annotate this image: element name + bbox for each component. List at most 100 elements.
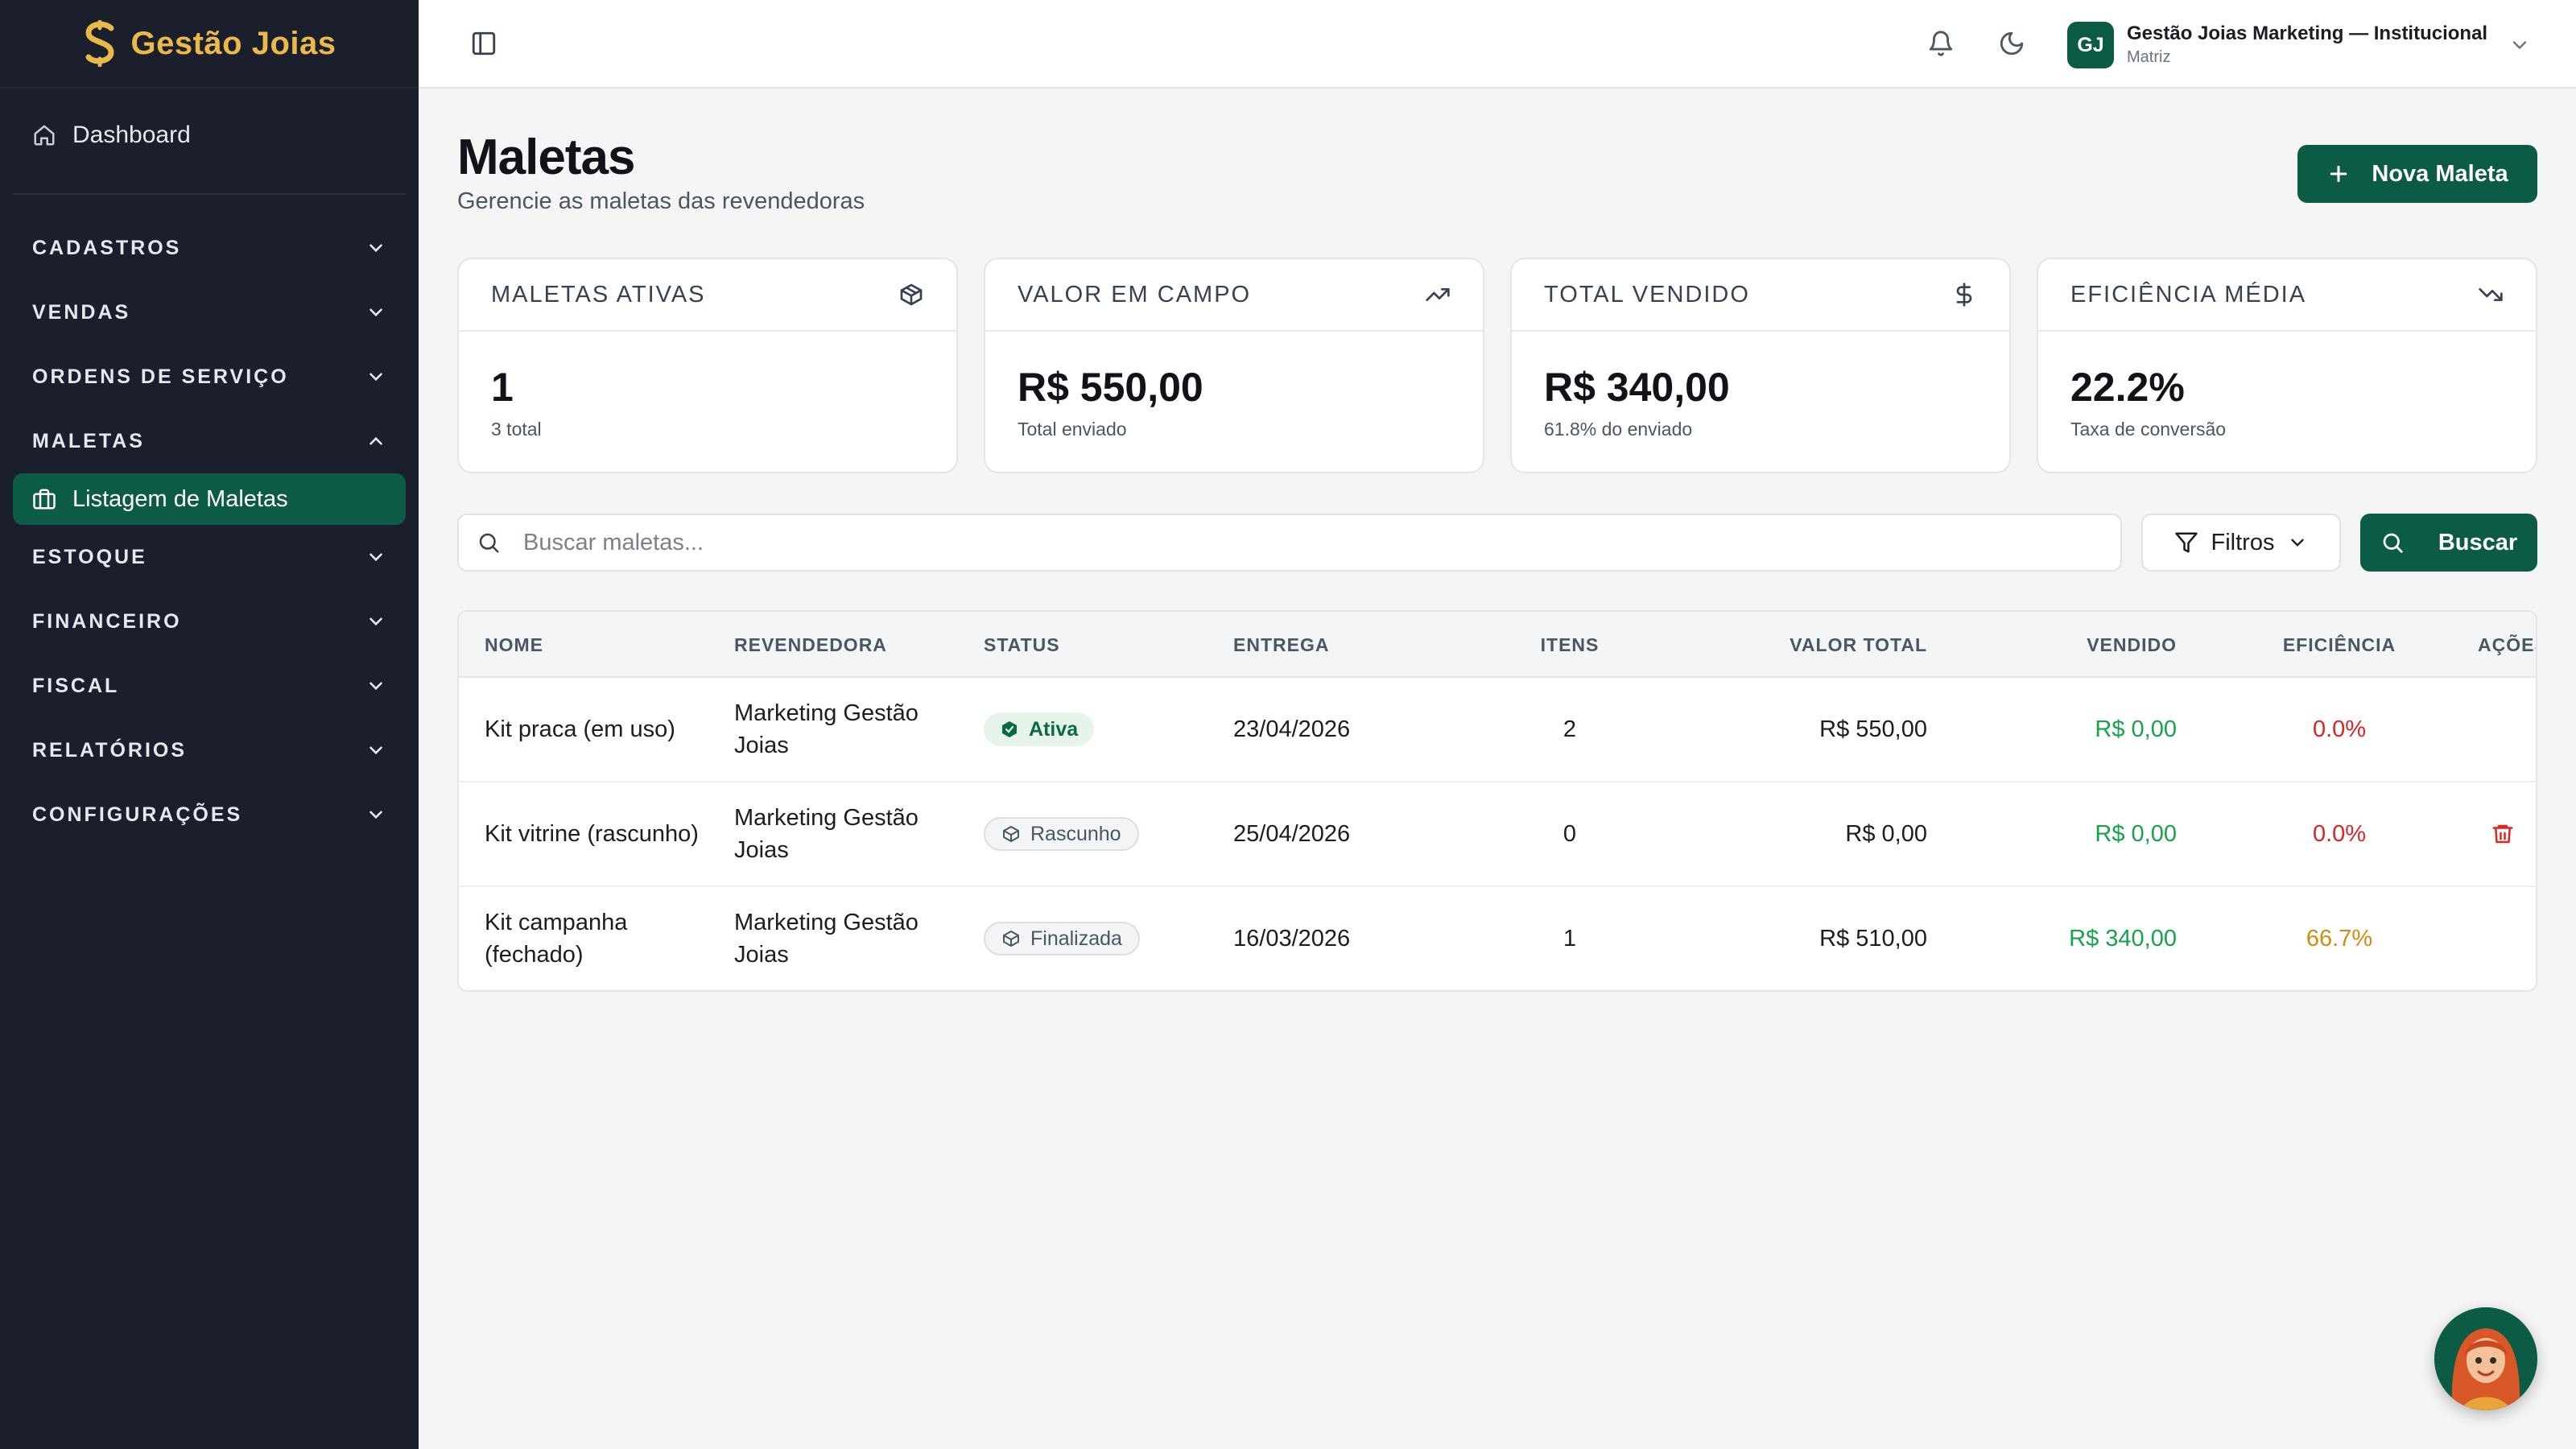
sidebar-section-label: CADASTROS (32, 236, 182, 259)
search-field[interactable] (457, 514, 2122, 572)
theme-toggle-button[interactable] (1998, 30, 2025, 57)
user-menu-toggle[interactable] (2508, 34, 2531, 56)
cell-vendido: R$ 0,00 (2095, 821, 2177, 847)
cell-eficiencia: 0.0% (2312, 716, 2367, 742)
column-header-status[interactable]: STATUS (984, 612, 1060, 678)
sidebar-section-estoque[interactable]: ESTOQUE (13, 525, 406, 589)
cell-itens: 1 (1563, 926, 1577, 952)
avatar[interactable]: GJ (2067, 22, 2114, 68)
cell-entrega: 25/04/2026 (1233, 821, 1351, 847)
column-header-vendido[interactable]: VENDIDO (1975, 612, 2177, 678)
sidebar-item-dashboard[interactable]: Dashboard (13, 105, 406, 166)
cell-nome: Kit vitrine (rascunho) (485, 821, 699, 847)
sidebar-section-ordens-de-servico[interactable]: ORDENS DE SERVIÇO (13, 345, 406, 409)
stat-value: R$ 340,00 (1544, 365, 1730, 410)
home-icon (34, 125, 55, 146)
status-badge: Ativa (984, 712, 1095, 746)
sidebar-section-configuracoes[interactable]: CONFIGURAÇÕES (13, 782, 406, 847)
stat-label: MALETAS ATIVAS (491, 281, 706, 308)
status-label: Ativa (1029, 718, 1079, 741)
sidebar-section-fiscal[interactable]: FISCAL (13, 654, 406, 718)
chevron-down-icon (369, 308, 382, 317)
chevron-down-icon (369, 617, 382, 626)
stat-value: 1 (491, 365, 514, 410)
cell-status: Rascunho (984, 782, 1139, 886)
user-menu[interactable]: Gestão Joias Marketing — Institucional M… (2127, 23, 2487, 67)
package-check-icon (1002, 721, 1017, 737)
sidebar-section-label: FISCAL (32, 674, 120, 697)
filter-icon (2174, 532, 2198, 553)
notifications-button[interactable] (1927, 30, 1955, 57)
filters-button[interactable]: Filtros (2141, 514, 2341, 572)
sidebar-section-financeiro[interactable]: FINANCEIRO (13, 589, 406, 654)
column-header-nome[interactable]: NOME (485, 612, 543, 678)
chevron-up-icon (369, 436, 382, 445)
stat-label: VALOR EM CAMPO (1018, 281, 1252, 308)
sidebar-section-maletas[interactable]: MALETAS (13, 409, 406, 473)
column-header-acoes: AÇÕES (2478, 634, 2536, 655)
column-header-entrega[interactable]: ENTREGA (1233, 612, 1329, 678)
delete-button[interactable] (2491, 782, 2515, 886)
dollar-icon (1956, 283, 1972, 307)
search-icon (479, 533, 499, 553)
chevron-down-icon (2512, 41, 2527, 50)
cell-nome: Kit praca (em uso) (485, 716, 675, 742)
stat-value: 22.2% (2070, 365, 2185, 410)
sidebar-section-label: RELATÓRIOS (32, 738, 188, 762)
table-row[interactable]: Kit campanha (fechado) Marketing Gestão … (459, 887, 2536, 990)
column-header-itens[interactable]: ITENS (1528, 612, 1612, 678)
table-row[interactable]: Kit praca (em uso) Marketing Gestão Joia… (459, 678, 2536, 782)
search-button[interactable]: Buscar (2360, 514, 2537, 572)
sidebar-toggle-button[interactable] (470, 30, 497, 57)
topbar: GJ Gestão Joias Marketing — Instituciona… (419, 0, 2576, 89)
cell-vendido: R$ 0,00 (2095, 716, 2177, 742)
sidebar-section-relatorios[interactable]: RELATÓRIOS (13, 718, 406, 782)
stat-label: TOTAL VENDIDO (1544, 281, 1750, 308)
column-header-eficiencia[interactable]: EFICIÊNCIA (2259, 612, 2420, 678)
sidebar-section-label: MALETAS (32, 429, 145, 452)
sidebar-item-listagem-de-maletas[interactable]: Listagem de Maletas (13, 473, 406, 525)
user-branch: Matriz (2127, 48, 2171, 66)
cell-valor-total: R$ 550,00 (1819, 716, 1927, 742)
status-badge: Finalizada (984, 922, 1140, 956)
chevron-down-icon (369, 682, 382, 691)
trending-up-icon (1426, 288, 1450, 301)
stat-card-maletas-ativas: MALETAS ATIVAS 1 3 total (457, 258, 958, 473)
search-button-label: Buscar (2438, 529, 2518, 555)
trending-down-icon (2479, 288, 2503, 301)
brand[interactable]: Gestão Joias (0, 0, 419, 89)
brand-name: Gestão Joias (130, 25, 336, 61)
sidebar-item-label: Dashboard (72, 122, 191, 148)
stat-note: Total enviado (1018, 419, 1127, 440)
table-header: NOME REVENDEDORA STATUS ENTREGA ITENS VA… (459, 612, 2536, 678)
cell-revendedora: Marketing Gestão Joias (734, 910, 919, 968)
package-icon (1003, 826, 1019, 842)
sidebar: Gestão Joias Dashboard CADASTROS VENDAS … (0, 0, 419, 1449)
stat-note: Taxa de conversão (2070, 419, 2227, 440)
sidebar-section-vendas[interactable]: VENDAS (13, 280, 406, 345)
cell-nome: Kit campanha (fechado) (485, 910, 628, 968)
new-maleta-button[interactable]: Nova Maleta (2297, 145, 2537, 203)
table-row[interactable]: Kit vitrine (rascunho) Marketing Gestão … (459, 782, 2536, 887)
package-icon (1003, 931, 1019, 947)
sidebar-section-cadastros[interactable]: CADASTROS (13, 216, 406, 280)
cell-eficiencia: 0.0% (2312, 821, 2367, 847)
chevron-down-icon (369, 811, 382, 819)
search-input[interactable] (523, 529, 2053, 556)
page-title: Maletas (457, 130, 635, 185)
cell-revendedora: Marketing Gestão Joias (734, 700, 919, 758)
filters-label: Filtros (2211, 529, 2275, 555)
chevron-down-icon (2291, 539, 2305, 547)
cell-valor-total: R$ 0,00 (1845, 821, 1927, 847)
sidebar-divider (13, 193, 406, 195)
sidebar-section-label: ESTOQUE (32, 545, 147, 568)
assistant-avatar-icon (2434, 1307, 2537, 1410)
panel-left-icon (472, 31, 496, 56)
moon-icon (2000, 31, 2024, 56)
trash-icon (2492, 824, 2513, 844)
column-header-revendedora[interactable]: REVENDEDORA (734, 612, 887, 678)
assistant-avatar-button[interactable] (2434, 1307, 2537, 1410)
chevron-down-icon (369, 244, 382, 253)
stat-note: 61.8% do enviado (1544, 419, 1693, 440)
column-header-valor-total[interactable]: VALOR TOTAL (1726, 612, 1927, 678)
